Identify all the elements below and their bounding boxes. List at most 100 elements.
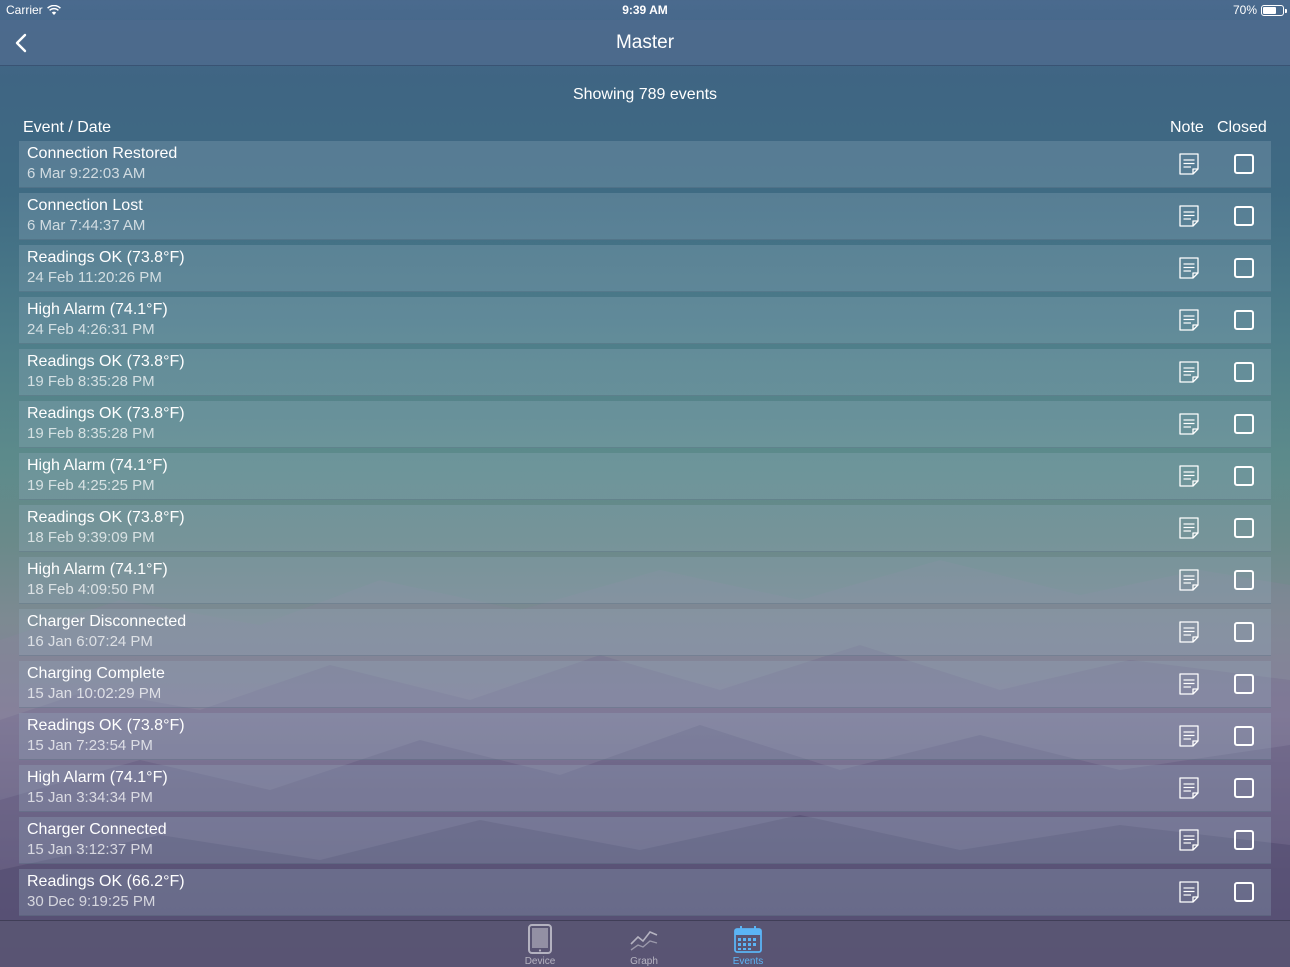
closed-checkbox[interactable] <box>1234 882 1254 902</box>
note-button[interactable] <box>1177 308 1201 332</box>
note-button[interactable] <box>1177 724 1201 748</box>
tab-device[interactable]: Device <box>500 921 580 967</box>
closed-checkbox[interactable] <box>1234 674 1254 694</box>
event-date: 19 Feb 8:35:28 PM <box>27 425 155 442</box>
column-header-event: Event / Date <box>23 119 112 136</box>
tab-graph[interactable]: Graph <box>604 921 684 967</box>
event-row[interactable]: Charger Disconnected 16 Jan 6:07:24 PM <box>19 609 1271 656</box>
event-date: 6 Mar 7:44:37 AM <box>27 217 146 234</box>
event-row[interactable]: Readings OK (73.8°F) 19 Feb 8:35:28 PM <box>19 349 1271 396</box>
closed-checkbox[interactable] <box>1234 414 1254 434</box>
tab-events[interactable]: Events <box>708 921 788 967</box>
note-icon <box>1179 673 1199 695</box>
note-button[interactable] <box>1177 620 1201 644</box>
note-button[interactable] <box>1177 880 1201 904</box>
event-row[interactable]: Charging Complete 15 Jan 10:02:29 PM <box>19 661 1271 708</box>
event-date: 15 Jan 7:23:54 PM <box>27 737 153 754</box>
tab-events-label: Events <box>732 956 764 967</box>
event-row[interactable]: Readings OK (73.8°F) 15 Jan 7:23:54 PM <box>19 713 1271 760</box>
event-title: Readings OK (66.2°F) <box>27 873 185 890</box>
event-row[interactable]: Readings OK (73.8°F) 18 Feb 9:39:09 PM <box>19 505 1271 552</box>
note-icon <box>1179 881 1199 903</box>
event-list[interactable]: Connection Restored 6 Mar 9:22:03 AM Conne… <box>19 141 1271 920</box>
closed-checkbox[interactable] <box>1234 154 1254 174</box>
event-date: 19 Feb 4:25:25 PM <box>27 477 155 494</box>
note-button[interactable] <box>1177 464 1201 488</box>
note-button[interactable] <box>1177 256 1201 280</box>
closed-checkbox[interactable] <box>1234 206 1254 226</box>
event-row[interactable]: Readings OK (73.8°F) 24 Feb 11:20:26 PM <box>19 245 1271 292</box>
event-date: 15 Jan 3:34:34 PM <box>27 789 153 806</box>
closed-checkbox[interactable] <box>1234 830 1254 850</box>
note-icon <box>1179 153 1199 175</box>
event-title: Readings OK (73.8°F) <box>27 405 185 422</box>
event-title: Readings OK (73.8°F) <box>27 353 185 370</box>
note-icon <box>1179 569 1199 591</box>
closed-checkbox[interactable] <box>1234 778 1254 798</box>
event-row[interactable]: Readings OK (66.2°F) 30 Dec 9:19:25 PM <box>19 869 1271 916</box>
event-date: 15 Jan 10:02:29 PM <box>27 685 162 702</box>
event-row[interactable]: Readings OK (73.8°F) 19 Feb 8:35:28 PM <box>19 401 1271 448</box>
tablet-icon <box>528 924 552 954</box>
line-graph-icon <box>630 931 658 951</box>
event-row[interactable]: High Alarm (74.1°F) 19 Feb 4:25:25 PM <box>19 453 1271 500</box>
event-row[interactable]: High Alarm (74.1°F) 15 Jan 3:34:34 PM <box>19 765 1271 812</box>
event-title: High Alarm (74.1°F) <box>27 769 168 786</box>
event-date: 24 Feb 4:26:31 PM <box>27 321 155 338</box>
note-button[interactable] <box>1177 776 1201 800</box>
closed-checkbox[interactable] <box>1234 466 1254 486</box>
note-button[interactable] <box>1177 828 1201 852</box>
event-date: 6 Mar 9:22:03 AM <box>27 165 146 182</box>
note-icon <box>1179 829 1199 851</box>
event-date: 19 Feb 8:35:28 PM <box>27 373 155 390</box>
tab-device-label: Device <box>524 956 556 967</box>
note-icon <box>1179 257 1199 279</box>
status-bar: Carrier 9:39 AM 70% <box>0 0 1290 20</box>
closed-checkbox[interactable] <box>1234 258 1254 278</box>
note-button[interactable] <box>1177 568 1201 592</box>
event-title: Connection Restored <box>27 145 178 162</box>
event-row[interactable]: Connection Lost 6 Mar 7:44:37 AM <box>19 193 1271 240</box>
note-icon <box>1179 725 1199 747</box>
calendar-icon <box>734 926 762 953</box>
event-title: Readings OK (73.8°F) <box>27 249 185 266</box>
closed-checkbox[interactable] <box>1234 310 1254 330</box>
battery-percentage: 70% <box>1232 3 1257 17</box>
events-content[interactable]: Showing 789 events Event / Date Note Clo… <box>0 66 1290 920</box>
note-button[interactable] <box>1177 152 1201 176</box>
note-icon <box>1179 205 1199 227</box>
note-button[interactable] <box>1177 360 1201 384</box>
note-icon <box>1179 309 1199 331</box>
note-button[interactable] <box>1177 672 1201 696</box>
closed-checkbox[interactable] <box>1234 362 1254 382</box>
page-title: Master <box>615 32 675 53</box>
battery-tip <box>1285 8 1287 13</box>
note-icon <box>1179 413 1199 435</box>
closed-checkbox[interactable] <box>1234 570 1254 590</box>
event-date: 18 Feb 4:09:50 PM <box>27 581 155 598</box>
closed-checkbox[interactable] <box>1234 622 1254 642</box>
event-title: Readings OK (73.8°F) <box>27 509 185 526</box>
column-header-closed: Closed <box>1217 119 1267 136</box>
battery-icon <box>1261 4 1287 16</box>
event-date: 30 Dec 9:19:25 PM <box>27 893 156 910</box>
event-date: 18 Feb 9:39:09 PM <box>27 529 155 546</box>
event-title: High Alarm (74.1°F) <box>27 457 168 474</box>
battery-fill <box>1263 6 1277 14</box>
note-icon <box>1179 621 1199 643</box>
event-row[interactable]: High Alarm (74.1°F) 18 Feb 4:09:50 PM <box>19 557 1271 604</box>
events-count-summary: Showing 789 events <box>572 86 718 103</box>
event-row[interactable]: Connection Restored 6 Mar 9:22:03 AM <box>19 141 1271 188</box>
closed-checkbox[interactable] <box>1234 726 1254 746</box>
note-button[interactable] <box>1177 516 1201 540</box>
note-button[interactable] <box>1177 204 1201 228</box>
closed-checkbox[interactable] <box>1234 518 1254 538</box>
note-icon <box>1179 517 1199 539</box>
note-button[interactable] <box>1177 412 1201 436</box>
event-row[interactable]: High Alarm (74.1°F) 24 Feb 4:26:31 PM <box>19 297 1271 344</box>
event-row[interactable]: Charger Connected 15 Jan 3:12:37 PM <box>19 817 1271 864</box>
event-title: Charger Disconnected <box>27 613 187 630</box>
event-title: High Alarm (74.1°F) <box>27 561 168 578</box>
event-title: Readings OK (73.8°F) <box>27 717 185 734</box>
event-date: 15 Jan 3:12:37 PM <box>27 841 153 858</box>
